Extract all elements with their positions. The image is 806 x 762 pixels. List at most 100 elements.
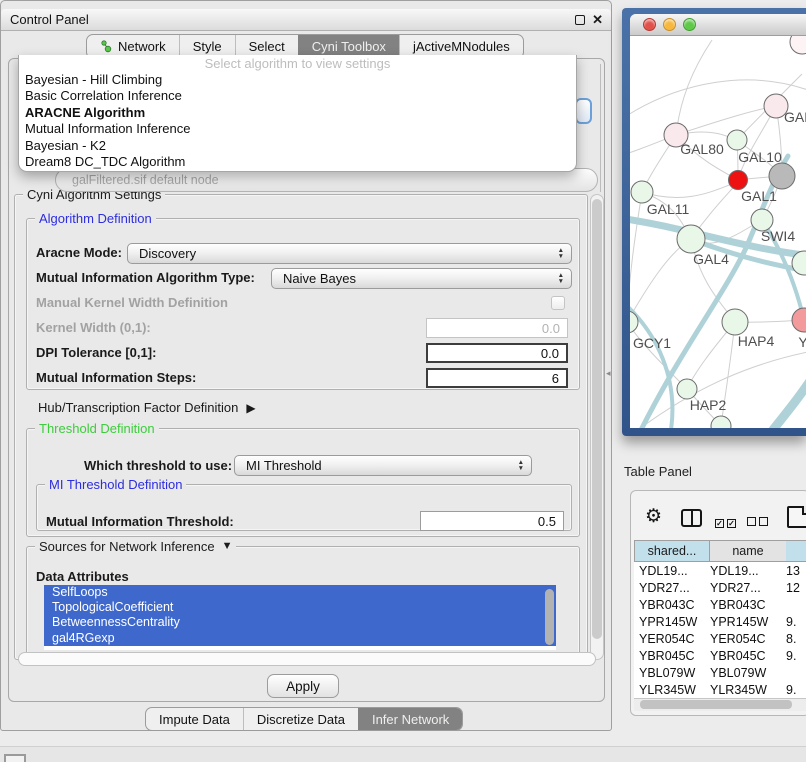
algorithm-option-dream8[interactable]: Dream8 DC_TDC Algorithm	[19, 154, 576, 170]
unchecked-box-icon	[747, 517, 756, 526]
select-all-checkboxes-icon[interactable]: ✓✓	[715, 513, 739, 531]
cell-value: 9.	[786, 649, 806, 663]
spinner-down-icon: ▼	[558, 279, 564, 285]
spinner-arrows-icon: ▲ ▼	[518, 456, 524, 475]
tab-discretize-data-label: Discretize Data	[257, 712, 345, 727]
cell-shared: YER054C	[634, 632, 710, 646]
algorithm-option-basic-correlation[interactable]: Basic Correlation Inference	[19, 88, 576, 104]
column-header-third[interactable]	[786, 540, 806, 562]
node-gal10[interactable]	[727, 130, 747, 150]
label-y-partial: Y	[798, 334, 806, 350]
cell-name: YDR27...	[710, 581, 786, 595]
algorithm-option-mutual-information[interactable]: Mutual Information Inference	[19, 121, 576, 137]
spinner-down-icon: ▼	[518, 466, 524, 472]
settings-scrollbar-thumb[interactable]	[592, 199, 602, 639]
table-row[interactable]: YBR045CYBR045C9.	[634, 647, 806, 664]
collapsed-arrow-icon[interactable]: ▶	[246, 400, 255, 416]
node-hap2[interactable]	[677, 379, 697, 399]
window-minimize-icon[interactable]	[663, 18, 676, 31]
tab-discretize-data[interactable]: Discretize Data	[243, 708, 358, 730]
column-header-name[interactable]: name	[710, 540, 787, 562]
label-gal1: GAL1	[741, 188, 777, 204]
cell-name: YDL19...	[710, 564, 786, 578]
node-salmon[interactable]	[792, 308, 806, 332]
close-icon[interactable]: ✕	[592, 12, 603, 28]
algorithm-option-aracne[interactable]: ARACNE Algorithm	[19, 105, 576, 121]
attributes-list-scrollbar-thumb[interactable]	[545, 589, 554, 645]
hub-definition-section[interactable]: Hub/Transcription Factor Definition ▶	[38, 400, 256, 416]
node-table-body[interactable]: YDL19...YDL19...13 YDR27...YDR27...12 YB…	[634, 562, 806, 698]
tab-impute-data[interactable]: Impute Data	[146, 708, 243, 730]
gear-icon[interactable]: ⚙	[645, 505, 662, 528]
cell-shared: YBL079W	[634, 666, 710, 680]
mi-steps-field[interactable]: 6	[426, 368, 568, 388]
data-attributes-list: SelfLoops TopologicalCoefficient Between…	[44, 585, 556, 650]
hidden-panel-edge	[600, 64, 601, 192]
algorithm-option-bayesian-k2[interactable]: Bayesian - K2	[19, 138, 576, 154]
attribute-item-gal4rgexp[interactable]: gal4RGexp	[44, 631, 556, 646]
mi-steps-label: Mutual Information Steps:	[36, 370, 196, 386]
table-row[interactable]: YDL19...YDL19...13	[634, 562, 806, 579]
mi-algorithm-type-combo[interactable]: Naive Bayes ▲ ▼	[271, 268, 572, 289]
split-pane-arrow-icon[interactable]: ◂	[606, 368, 611, 379]
attribute-item-topologicalcoefficient[interactable]: TopologicalCoefficient	[44, 600, 556, 615]
window-zoom-icon[interactable]	[683, 18, 696, 31]
algorithm-definition-title: Algorithm Definition	[35, 211, 156, 226]
node-hap4[interactable]	[722, 309, 748, 335]
table-row[interactable]: YPR145WYPR145W9.	[634, 613, 806, 630]
node-gal11[interactable]	[631, 181, 653, 203]
tab-infer-network[interactable]: Infer Network	[358, 708, 462, 730]
cell-shared: YDR27...	[634, 581, 710, 595]
attribute-item-betweennesscentrality[interactable]: BetweennessCentrality	[44, 615, 556, 630]
table-row[interactable]: YER054CYER054C8.	[634, 630, 806, 647]
aracne-mode-combo[interactable]: Discovery ▲ ▼	[127, 243, 572, 264]
label-gal-partial: GAL	[784, 109, 806, 125]
columns-icon[interactable]	[681, 509, 702, 527]
table-row[interactable]: YBR043CYBR043C	[634, 596, 806, 613]
control-panel-title: Control Panel	[1, 12, 89, 27]
table-row[interactable]: YBL079WYBL079W	[634, 664, 806, 681]
settings-horizontal-scrollbar[interactable]	[18, 652, 596, 666]
node-gray[interactable]	[769, 163, 795, 189]
cell-name: YBR043C	[710, 598, 786, 612]
label-hap2: HAP2	[690, 397, 727, 413]
network-canvas[interactable]: GAL80 GAL10 GAL1 GAL11 SWI4 GAL4 GCY1 HA…	[630, 36, 806, 428]
control-panel-titlebar[interactable]: Control Panel ✕	[1, 9, 611, 31]
manual-kernel-width-label: Manual Kernel Width Definition	[36, 295, 228, 311]
table-row[interactable]: YDR27...YDR27...12	[634, 579, 806, 596]
cell-name: YLR345W	[710, 683, 786, 697]
table-row[interactable]: YLR345WYLR345W9.	[634, 681, 806, 698]
dpi-tolerance-field[interactable]: 0.0	[426, 343, 568, 363]
which-threshold-combo[interactable]: MI Threshold ▲ ▼	[234, 455, 532, 476]
table-horizontal-scrollbar-thumb[interactable]	[640, 700, 792, 709]
tab-style-label: Style	[193, 39, 222, 54]
network-icon	[100, 40, 112, 53]
tab-cyni-toolbox-label: Cyni Toolbox	[312, 39, 386, 54]
cell-shared: YBR045C	[634, 649, 710, 663]
table-document-icon[interactable]	[787, 506, 806, 528]
deselect-all-checkboxes-icon[interactable]	[747, 513, 771, 531]
apply-button[interactable]: Apply	[267, 674, 339, 698]
mi-threshold-field[interactable]: 0.5	[420, 511, 564, 531]
manual-kernel-width-checkbox[interactable]	[551, 296, 565, 310]
algorithm-option-bayesian-hill-climbing[interactable]: Bayesian - Hill Climbing	[19, 72, 576, 88]
label-swi4: SWI4	[761, 228, 795, 244]
settings-vertical-scrollbar[interactable]	[590, 194, 604, 660]
cell-name: YPR145W	[710, 615, 786, 629]
cell-name: YBR045C	[710, 649, 786, 663]
attribute-item-selfloops[interactable]: SelfLoops	[44, 585, 556, 600]
node-gal4[interactable]	[677, 225, 705, 253]
label-gal80: GAL80	[680, 141, 724, 157]
sources-group-title-row[interactable]: Sources for Network Inference ▼	[35, 539, 236, 554]
float-window-icon[interactable]	[575, 15, 585, 25]
kernel-width-field[interactable]: 0.0	[426, 318, 568, 338]
spinner-arrows-icon: ▲ ▼	[558, 244, 564, 263]
expanded-arrow-icon[interactable]: ▼	[222, 539, 233, 554]
column-header-shared[interactable]: shared...	[634, 540, 710, 562]
aracne-mode-label: Aracne Mode:	[36, 245, 122, 261]
node-top-fragment[interactable]	[790, 36, 806, 54]
window-close-icon[interactable]	[643, 18, 656, 31]
network-window-titlebar[interactable]	[630, 14, 806, 36]
bottom-left-panel-icon[interactable]	[4, 754, 26, 762]
node-gal1[interactable]	[729, 171, 748, 190]
